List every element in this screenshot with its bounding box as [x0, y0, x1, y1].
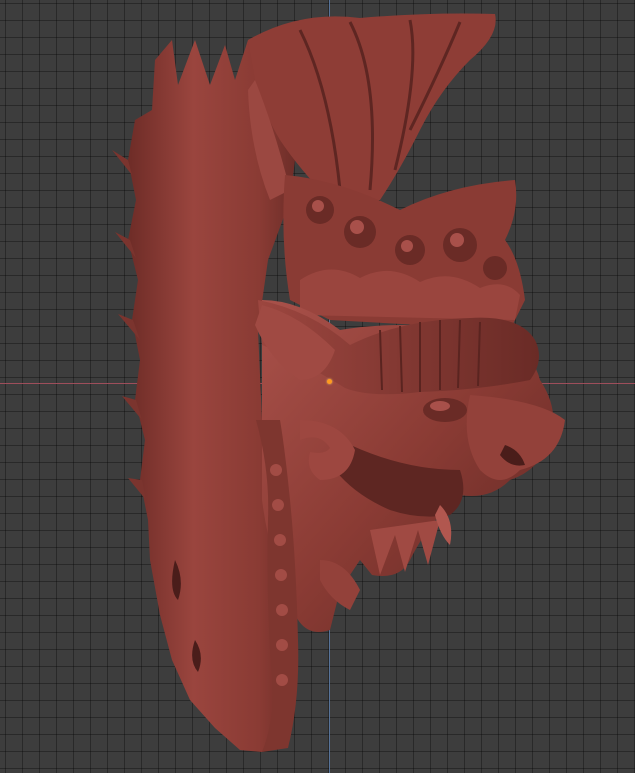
sculpt-model[interactable] [0, 0, 635, 773]
eye-highlight [430, 401, 450, 411]
3d-viewport[interactable] [0, 0, 635, 773]
object-origin-point[interactable] [327, 379, 332, 384]
